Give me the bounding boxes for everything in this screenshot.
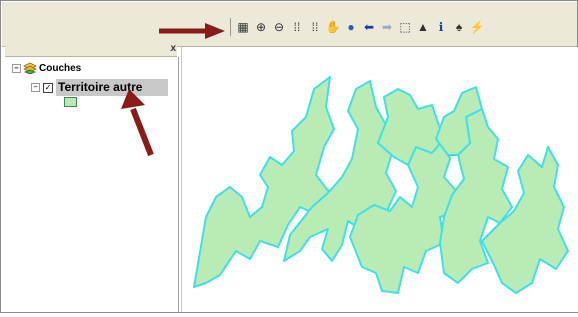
zoom-in-icon[interactable]: ⊕ <box>253 18 269 36</box>
tree-root-label: Couches <box>39 62 82 74</box>
collapse-icon[interactable]: − <box>31 83 40 92</box>
arcmap-window: ▦ ⊕ ⊖ ⁞⁞ ⁞⁞ ✋ ● ⬅ ➡ ⬚ ▲ ℹ ♠ ⚡ x − Couche… <box>0 0 578 313</box>
find-icon[interactable]: ♠ <box>451 18 467 36</box>
toolbar-buttons: ▦ ⊕ ⊖ ⁞⁞ ⁞⁞ ✋ ● ⬅ ➡ ⬚ ▲ ℹ ♠ ⚡ <box>226 16 485 38</box>
pan-icon[interactable]: ✋ <box>325 18 341 36</box>
toolbar-arrow-annotation <box>159 23 225 39</box>
layer-arrow-annotation <box>121 89 154 157</box>
zoom-out-icon[interactable]: ⊖ <box>271 18 287 36</box>
tree-root-couches[interactable]: − Couches <box>12 62 81 74</box>
fixed-zoom-in-icon[interactable]: ⁞⁞ <box>289 18 305 36</box>
layers-icon <box>23 62 37 74</box>
select-features-icon[interactable]: ⬚ <box>397 18 413 36</box>
toc-titlebar: x <box>5 43 177 57</box>
fixed-zoom-out-icon[interactable]: ⁞⁞ <box>307 18 323 36</box>
toolbar-grip[interactable] <box>230 18 231 36</box>
full-extent-icon[interactable]: ▦ <box>235 18 251 36</box>
layer-visibility-checkbox[interactable]: ✓ <box>43 82 53 93</box>
layer-symbol-swatch[interactable] <box>64 97 77 107</box>
identify-icon[interactable]: ℹ <box>433 18 449 36</box>
map-view[interactable] <box>181 47 578 312</box>
back-icon[interactable]: ⬅ <box>361 18 377 36</box>
forward-icon[interactable]: ➡ <box>379 18 395 36</box>
polygon-west <box>193 76 335 288</box>
select-elements-icon[interactable]: ▲ <box>415 18 431 36</box>
collapse-icon[interactable]: − <box>12 63 21 73</box>
globe-icon[interactable]: ● <box>343 18 359 36</box>
territory-polygons[interactable] <box>182 47 578 312</box>
hyperlink-icon[interactable]: ⚡ <box>469 18 485 36</box>
tools-toolbar: ▦ ⊕ ⊖ ⁞⁞ ⁞⁞ ✋ ● ⬅ ➡ ⬚ ▲ ℹ ♠ ⚡ <box>2 2 577 47</box>
close-icon[interactable]: x <box>170 43 176 54</box>
